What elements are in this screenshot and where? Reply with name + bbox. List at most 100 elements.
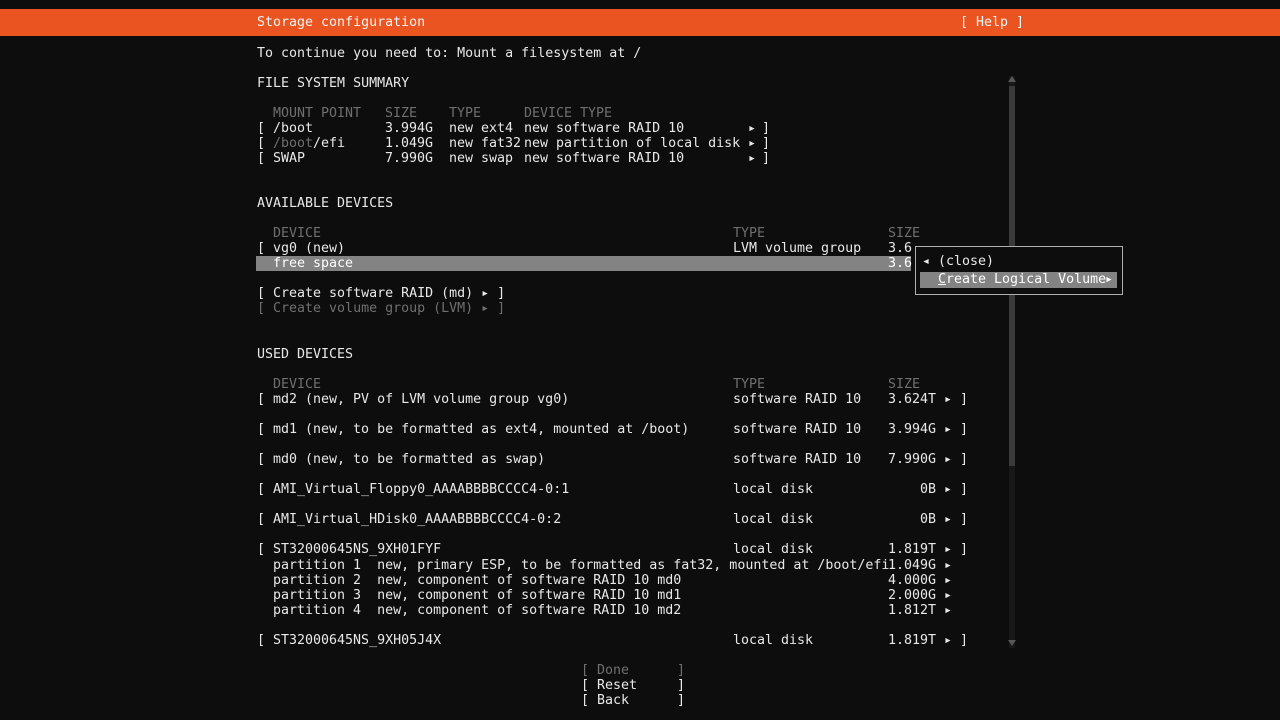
type-value: new ext4 xyxy=(449,121,513,136)
row-menu-arrow-icon[interactable]: ▸ xyxy=(944,603,952,618)
row-menu-arrow-icon[interactable]: ▸ xyxy=(944,633,952,648)
size-value: 3.624T xyxy=(788,392,936,407)
page-title: Storage configuration xyxy=(257,9,425,36)
device-name: md0 (new, to be formatted as swap) xyxy=(273,452,545,467)
bracket-left: [ xyxy=(257,512,265,527)
partition-label: partition 3 new, component of software R… xyxy=(273,588,681,603)
bracket-right: ] xyxy=(960,633,968,648)
size-value: 1.812T xyxy=(788,603,936,618)
bracket-left: [ xyxy=(257,151,265,166)
used-devices-heading: USED DEVICES xyxy=(257,347,353,362)
bracket-right: ] xyxy=(960,512,968,527)
type-value: LVM volume group xyxy=(733,241,861,256)
bracket-left: [ xyxy=(257,452,265,467)
available-row-free-space-selected[interactable]: free space 3.6 xyxy=(256,256,911,271)
row-menu-arrow-icon[interactable]: ▸ xyxy=(944,573,952,588)
row-menu-arrow-icon[interactable]: ▸ xyxy=(748,121,756,136)
size-value: 3.6 xyxy=(888,256,912,271)
bracket-right: ] xyxy=(677,663,685,678)
device-name: ST32000645NS_9XH01FYF xyxy=(273,542,441,557)
mount-point: /boot xyxy=(273,121,313,136)
row-menu-arrow-icon[interactable]: ▸ xyxy=(944,422,952,437)
size-value: 1.819T xyxy=(788,542,936,557)
row-menu-arrow-icon[interactable]: ▸ xyxy=(944,558,952,573)
device-name: md2 (new, PV of LVM volume group vg0) xyxy=(273,392,569,407)
device-name: free space xyxy=(273,256,353,271)
arrow-right-icon: ▸ xyxy=(1105,272,1113,287)
device-name: ST32000645NS_9XH05J4X xyxy=(273,633,441,648)
bracket-left: [ xyxy=(257,482,265,497)
bracket-right: ] xyxy=(762,136,770,151)
size-value: 2.000G xyxy=(788,588,936,603)
bracket-left: [ xyxy=(257,136,265,151)
bracket-right: ] xyxy=(677,678,685,693)
bracket-right: ] xyxy=(960,422,968,437)
partition-label: partition 4 new, component of software R… xyxy=(273,603,681,618)
bracket-left: [ xyxy=(257,241,265,256)
bracket-right: ] xyxy=(960,452,968,467)
type-value: new swap xyxy=(449,151,513,166)
col-device: DEVICE xyxy=(273,226,321,241)
mount-point-dim: /boot xyxy=(273,136,313,151)
bracket-right: ] xyxy=(960,392,968,407)
size-value: 1.049G xyxy=(788,558,936,573)
size-value: 1.049G xyxy=(385,136,433,151)
device-name: AMI_Virtual_HDisk0_AAAABBBBCCCC4-0:2 xyxy=(273,512,561,527)
row-menu-arrow-icon[interactable]: ▸ xyxy=(748,151,756,166)
mount-point: /efi xyxy=(313,136,345,151)
help-button[interactable]: [ Help ] xyxy=(960,9,1024,36)
device-type-value: new software RAID 10 xyxy=(524,151,684,166)
col-device-type: DEVICE TYPE xyxy=(524,106,612,121)
popup-item-create-logical-volume-selected[interactable]: Create Logical Volume ▸ xyxy=(920,272,1117,288)
col-type: TYPE xyxy=(449,106,481,121)
scrollbar-up-icon[interactable] xyxy=(1008,76,1016,82)
create-software-raid-button[interactable]: [ Create software RAID (md) ▸ ] xyxy=(257,286,505,301)
create-volume-group-button-disabled: [ Create volume group (LVM) ▸ ] xyxy=(257,301,505,316)
size-value: 4.000G xyxy=(788,573,936,588)
type-value: new fat32 xyxy=(449,136,521,151)
size-value: 7.990G xyxy=(788,452,936,467)
mount-point: SWAP xyxy=(273,151,305,166)
bracket-left: [ xyxy=(257,542,265,557)
size-value: 3.6 xyxy=(888,241,912,256)
available-devices-heading: AVAILABLE DEVICES xyxy=(257,196,393,211)
bracket-left: [ xyxy=(257,121,265,136)
row-menu-arrow-icon[interactable]: ▸ xyxy=(944,482,952,497)
col-type: TYPE xyxy=(733,226,765,241)
device-type-value: new software RAID 10 xyxy=(524,121,684,136)
size-value: 7.990G xyxy=(385,151,433,166)
partition-label: partition 2 new, component of software R… xyxy=(273,573,681,588)
scrollbar-down-icon[interactable] xyxy=(1008,640,1016,646)
popup-item-label: reate Logical Volume xyxy=(946,272,1106,287)
bracket-left: [ xyxy=(581,663,589,678)
row-menu-arrow-icon[interactable]: ▸ xyxy=(944,542,952,557)
arrow-left-icon: ◂ xyxy=(922,254,930,269)
done-label: Done xyxy=(597,663,629,678)
context-popup-menu: ◂ (close) Create Logical Volume ▸ xyxy=(915,246,1123,295)
bracket-left: [ xyxy=(581,678,589,693)
bracket-left: [ xyxy=(257,633,265,648)
device-type-value: new partition of local disk xyxy=(524,136,740,151)
col-type: TYPE xyxy=(733,377,765,392)
col-device: DEVICE xyxy=(273,377,321,392)
bracket-left: [ xyxy=(581,693,589,708)
row-menu-arrow-icon[interactable]: ▸ xyxy=(748,136,756,151)
size-value: 1.819T xyxy=(788,633,936,648)
continue-notice: To continue you need to: Mount a filesys… xyxy=(257,46,641,61)
size-value: 0B xyxy=(788,482,936,497)
col-size: SIZE xyxy=(385,106,417,121)
row-menu-arrow-icon[interactable]: ▸ xyxy=(944,512,952,527)
device-name: vg0 (new) xyxy=(273,241,345,256)
device-name: md1 (new, to be formatted as ext4, mount… xyxy=(273,422,689,437)
col-size: SIZE xyxy=(888,226,920,241)
row-menu-arrow-icon[interactable]: ▸ xyxy=(944,452,952,467)
row-menu-arrow-icon[interactable]: ▸ xyxy=(944,588,952,603)
size-value: 3.994G xyxy=(788,422,936,437)
hotkey-letter: C xyxy=(938,272,946,287)
size-value: 3.994G xyxy=(385,121,433,136)
device-name: AMI_Virtual_Floppy0_AAAABBBBCCCC4-0:1 xyxy=(273,482,569,497)
bracket-right: ] xyxy=(677,693,685,708)
bracket-right: ] xyxy=(762,121,770,136)
bracket-right: ] xyxy=(960,542,968,557)
row-menu-arrow-icon[interactable]: ▸ xyxy=(944,392,952,407)
